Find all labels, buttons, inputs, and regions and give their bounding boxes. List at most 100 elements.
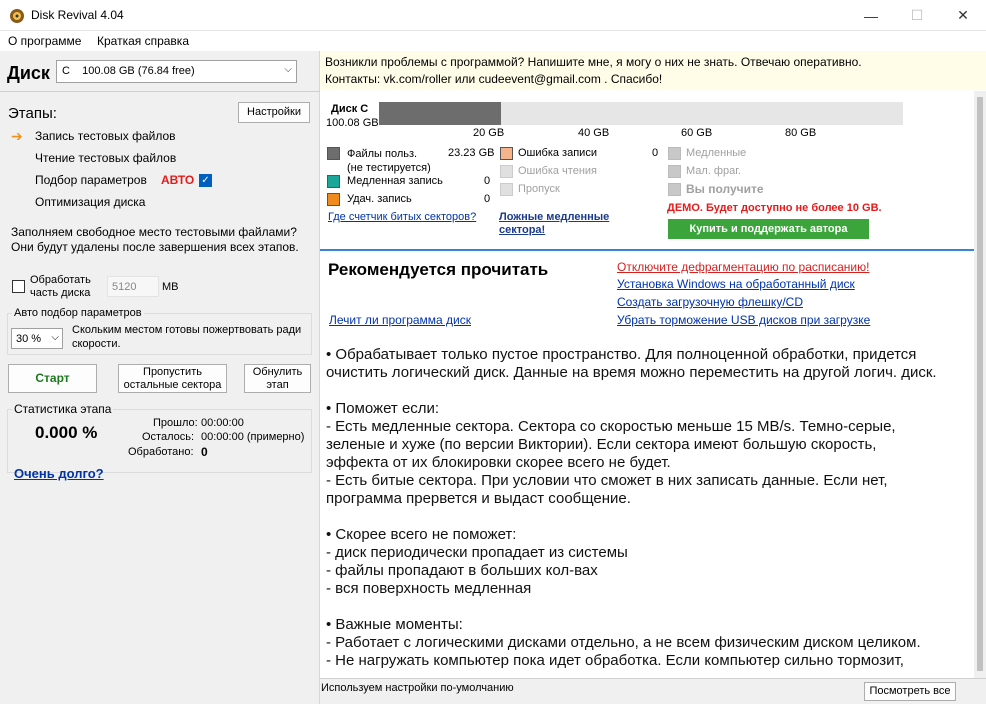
stage-write-test-files: Запись тестовых файлов bbox=[35, 129, 176, 143]
menu-bar: О программе Краткая справка bbox=[0, 31, 986, 51]
body-line: • Важные моменты: bbox=[326, 616, 463, 633]
disk-select[interactable]: C 100.08 GB (76.84 free) ⌵ bbox=[56, 60, 297, 83]
auto-checkbox[interactable]: ✓ bbox=[199, 174, 212, 187]
minimize-button[interactable]: — bbox=[848, 0, 894, 31]
legend-write-error: Ошибка записи bbox=[518, 147, 597, 159]
skip-sectors-button[interactable]: Пропустить остальные сектора bbox=[118, 364, 227, 393]
bad-sector-link[interactable]: Где счетчик битых секторов? bbox=[328, 211, 476, 223]
link-usb-slowdown[interactable]: Убрать торможение USB дисков при загрузк… bbox=[617, 313, 870, 327]
body-line: • Скорее всего не поможет: bbox=[326, 526, 517, 543]
close-button[interactable]: ✕ bbox=[940, 0, 986, 31]
partial-disk-checkbox[interactable] bbox=[12, 280, 25, 293]
disk-size: 100.08 GB bbox=[326, 117, 379, 129]
legend-small-frag: Мал. фраг. bbox=[686, 165, 741, 177]
legend-write-error-swatch bbox=[500, 147, 513, 160]
menu-about[interactable]: О программе bbox=[8, 34, 81, 48]
legend-slow-write-swatch bbox=[327, 175, 340, 188]
chevron-down-icon: ⌵ bbox=[51, 332, 59, 343]
tick-20: 20 GB bbox=[473, 127, 505, 139]
menu-help[interactable]: Краткая справка bbox=[97, 34, 189, 48]
auto-percent-select[interactable]: 30 % ⌵ bbox=[11, 328, 63, 349]
body-line: - диск периодически пропадает из системы bbox=[326, 544, 628, 561]
scrollbar[interactable] bbox=[974, 91, 986, 678]
body-line: - файлы пропадают в больших кол-вах bbox=[326, 562, 598, 579]
stage-param-selection: Подбор параметров bbox=[35, 173, 147, 187]
stage-description: Заполняем свободное место тестовыми файл… bbox=[11, 225, 299, 254]
link-disable-defrag[interactable]: Отключите дефрагментацию по расписанию! bbox=[617, 260, 869, 274]
buy-button[interactable]: Купить и поддержать автора bbox=[668, 219, 869, 239]
legend-read-error-swatch bbox=[500, 165, 513, 178]
link-boot-usb[interactable]: Создать загрузочную флешку/CD bbox=[617, 295, 803, 309]
stage-optimize-disk: Оптимизация диска bbox=[35, 195, 146, 209]
status-bar: Используем настройки по-умолчанию Посмот… bbox=[320, 678, 986, 704]
partial-label-line2: часть диска bbox=[30, 287, 91, 299]
legend-user-files-label: Файлы польз. bbox=[347, 148, 418, 160]
disk-name: Диск C bbox=[331, 103, 369, 115]
recommend-title: Рекомендуется прочитать bbox=[328, 260, 549, 279]
auto-percent-description: Скольким местом готовы пожертвовать ради… bbox=[72, 324, 302, 350]
partial-size-input[interactable]: 5120 bbox=[107, 276, 159, 297]
legend-deleted-write: Удач. запись bbox=[347, 193, 412, 205]
maximize-button[interactable]: ☐ bbox=[894, 0, 940, 31]
partial-disk-label: Обработать часть диска bbox=[30, 274, 91, 300]
stages-title: Этапы: bbox=[8, 105, 57, 122]
legend-read-error: Ошибка чтения bbox=[518, 165, 597, 177]
legend-small-frag-swatch bbox=[668, 165, 681, 178]
current-stage-arrow-icon: ➔ bbox=[11, 128, 23, 144]
reset-stage-button[interactable]: Обнулить этап bbox=[244, 364, 311, 393]
notice-line-1: Возникли проблемы с программой? Напишите… bbox=[325, 55, 862, 69]
scrollbar-thumb[interactable] bbox=[977, 97, 983, 671]
status-text: Используем настройки по-умолчанию bbox=[321, 682, 514, 694]
auto-percent-value: 30 % bbox=[16, 333, 42, 345]
notice-line-2: Контакты: vk.com/roller или cudeevent@gm… bbox=[325, 72, 663, 86]
body-line bbox=[326, 382, 966, 400]
view-all-button[interactable]: Посмотреть все bbox=[864, 682, 956, 701]
settings-button[interactable]: Настройки bbox=[238, 102, 310, 123]
legend-write-error-value: 0 bbox=[652, 147, 659, 159]
passed-label: Прошло: bbox=[153, 417, 198, 429]
legend-skip-swatch bbox=[500, 183, 513, 196]
tick-40: 40 GB bbox=[578, 127, 610, 139]
legend-slow-write: Медленная запись bbox=[347, 175, 443, 187]
false-slow-link-line2: сектора! bbox=[499, 224, 546, 236]
app-icon bbox=[9, 8, 25, 24]
processed-value: 0 bbox=[201, 445, 208, 459]
body-line: • Обрабатывает только пустое пространств… bbox=[326, 346, 917, 363]
disk-usage-used bbox=[379, 102, 501, 125]
processed-label: Обработано: bbox=[128, 446, 194, 458]
disk-label: Диск bbox=[7, 63, 50, 83]
body-line: зеленые и хуже (по версии Виктории). Есл… bbox=[326, 436, 877, 453]
link-does-it-heal[interactable]: Лечит ли программа диск bbox=[329, 313, 471, 327]
false-slow-link-line1: Ложные медленные bbox=[499, 211, 610, 223]
title-bar: Disk Revival 4.04 — ☐ ✕ bbox=[0, 0, 986, 31]
partial-unit: MB bbox=[162, 281, 179, 293]
remaining-label: Осталось: bbox=[142, 431, 195, 443]
legend-you-get-swatch bbox=[668, 183, 681, 196]
legend-user-files: Файлы польз. (не тестируется) bbox=[347, 147, 431, 175]
disk-usage-bar bbox=[379, 102, 903, 125]
body-line: эффекта от их блокировки скорее всего не… bbox=[326, 454, 671, 471]
false-slow-sectors-link-text[interactable]: Ложные медленные сектора! bbox=[499, 211, 609, 237]
body-line: очистить логический диск. Данные на врем… bbox=[326, 364, 937, 381]
body-line bbox=[326, 508, 966, 526]
start-button[interactable]: Старт bbox=[8, 364, 97, 393]
partial-label-line1: Обработать bbox=[30, 274, 91, 286]
recommend-body: • Обрабатывает только пустое пространств… bbox=[326, 346, 966, 670]
link-install-windows[interactable]: Установка Windows на обработанный диск bbox=[617, 277, 855, 291]
legend-deleted-write-value: 0 bbox=[484, 193, 491, 205]
body-line: - Не нагружать компьютер пока идет обраб… bbox=[326, 652, 904, 669]
legend-user-files-swatch bbox=[327, 147, 340, 160]
chevron-down-icon: ⌵ bbox=[284, 64, 292, 75]
too-long-link[interactable]: Очень долго? bbox=[14, 466, 104, 481]
legend-slow: Медленные bbox=[686, 147, 747, 159]
recommend-area: Рекомендуется прочитать Отключите дефраг… bbox=[320, 249, 974, 679]
auto-label: АВТО bbox=[161, 173, 195, 187]
remaining-value: 00:00:00 (примерно) bbox=[201, 431, 305, 443]
body-line: программа прервется и выдаст сообщение. bbox=[326, 490, 631, 507]
body-line: - Есть медленные сектора. Сектора со ско… bbox=[326, 418, 896, 435]
divider bbox=[0, 91, 320, 92]
body-line bbox=[326, 598, 966, 616]
stage-read-test-files: Чтение тестовых файлов bbox=[35, 151, 177, 165]
right-panel: Возникли проблемы с программой? Напишите… bbox=[320, 51, 986, 704]
demo-notice: ДЕМО. Будет доступно не более 10 GB. bbox=[667, 202, 882, 214]
